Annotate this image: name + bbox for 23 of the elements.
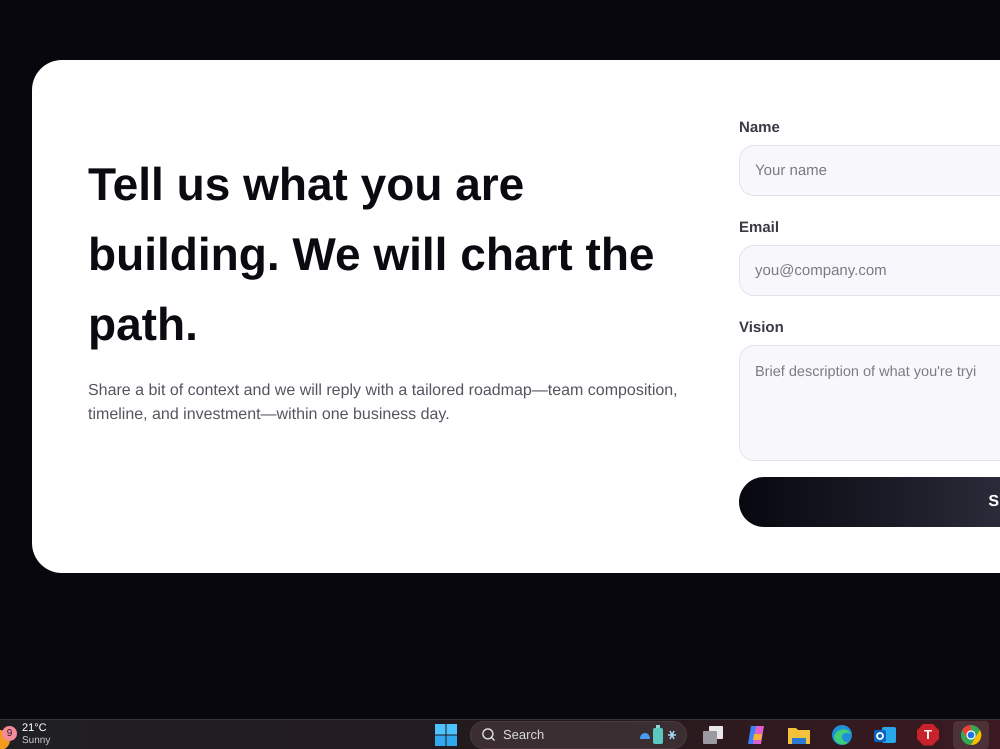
tricolor-circle-icon	[960, 724, 982, 746]
wave-circle-icon	[831, 724, 853, 746]
field-label: Name	[739, 118, 781, 138]
field-label: Email	[739, 218, 780, 238]
search-icon	[481, 727, 496, 742]
weather-condition-text: Sunny	[22, 735, 50, 747]
submit-button[interactable]: S	[739, 477, 1000, 527]
text-input-field[interactable]: Your name	[739, 145, 1000, 196]
intro-text: Share a bit of context and we will reply with a tailored roadmap—team composition, timeline, and investment—within one business day.	[88, 380, 679, 424]
bell-suitcase-icon	[638, 724, 678, 744]
start-button[interactable]	[433, 722, 459, 748]
temperature-text: 21°C	[22, 722, 48, 735]
taskbar-app-button[interactable]	[953, 720, 989, 748]
text-area-field[interactable]: Brief description of what you're tryi	[739, 345, 1000, 461]
taskbar-search[interactable]: Search	[470, 720, 687, 748]
colorful-swirl-icon	[745, 724, 767, 746]
four-squares-icon	[435, 724, 457, 746]
field-label: Vision	[739, 318, 785, 338]
text-input-field[interactable]: you@company.com	[739, 245, 1000, 296]
page-heading: Tell us what you are building. We will chart the path.	[88, 156, 656, 352]
stacked-windows-icon	[702, 724, 724, 744]
app-button[interactable]: T	[917, 724, 939, 746]
notification-badge: 9	[2, 726, 17, 740]
